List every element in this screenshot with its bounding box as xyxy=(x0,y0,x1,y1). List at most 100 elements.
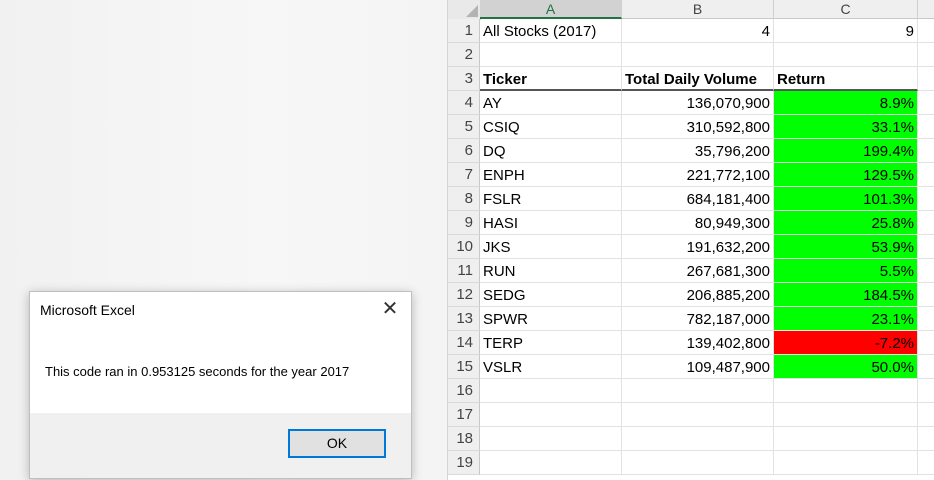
header-cell-volume[interactable]: Total Daily Volume xyxy=(622,67,774,91)
row-header[interactable]: 18 xyxy=(448,427,480,451)
ok-button[interactable]: OK xyxy=(288,429,386,458)
title-cell-c[interactable]: 9 xyxy=(774,19,918,43)
row-header[interactable]: 9 xyxy=(448,211,480,235)
row-header[interactable]: 8 xyxy=(448,187,480,211)
return-cell[interactable]: 184.5% xyxy=(774,283,918,307)
empty-cell[interactable] xyxy=(774,379,918,403)
volume-cell[interactable]: 136,070,900 xyxy=(622,91,774,115)
ticker-cell[interactable]: TERP xyxy=(480,331,622,355)
empty-cell[interactable] xyxy=(622,403,774,427)
row-header[interactable]: 10 xyxy=(448,235,480,259)
ticker-cell[interactable]: AY xyxy=(480,91,622,115)
row-header[interactable]: 16 xyxy=(448,379,480,403)
empty-cell[interactable] xyxy=(918,91,934,115)
empty-cell[interactable] xyxy=(774,427,918,451)
empty-cell[interactable] xyxy=(918,139,934,163)
empty-cell[interactable] xyxy=(918,211,934,235)
ticker-cell[interactable]: JKS xyxy=(480,235,622,259)
empty-cell[interactable] xyxy=(918,403,934,427)
return-cell[interactable]: 199.4% xyxy=(774,139,918,163)
select-all-corner[interactable] xyxy=(448,0,481,20)
header-cell-return[interactable]: Return xyxy=(774,67,918,91)
column-header-d[interactable] xyxy=(918,0,934,19)
empty-cell[interactable] xyxy=(918,67,934,91)
empty-cell[interactable] xyxy=(774,43,918,67)
empty-cell[interactable] xyxy=(480,403,622,427)
row-header[interactable]: 17 xyxy=(448,403,480,427)
row-header[interactable]: 14 xyxy=(448,331,480,355)
volume-cell[interactable]: 35,796,200 xyxy=(622,139,774,163)
empty-cell[interactable] xyxy=(774,451,918,475)
column-header-c[interactable]: C xyxy=(774,0,918,19)
row-header[interactable]: 4 xyxy=(448,91,480,115)
return-cell[interactable]: 50.0% xyxy=(774,355,918,379)
ticker-cell[interactable]: VSLR xyxy=(480,355,622,379)
title-cell-a[interactable]: All Stocks (2017) xyxy=(480,19,622,43)
return-cell[interactable]: 129.5% xyxy=(774,163,918,187)
row-header[interactable]: 15 xyxy=(448,355,480,379)
empty-cell[interactable] xyxy=(918,355,934,379)
empty-cell[interactable] xyxy=(918,331,934,355)
empty-cell[interactable] xyxy=(622,43,774,67)
header-cell-ticker[interactable]: Ticker xyxy=(480,67,622,91)
row-header[interactable]: 1 xyxy=(448,19,480,43)
volume-cell[interactable]: 267,681,300 xyxy=(622,259,774,283)
empty-cell[interactable] xyxy=(918,43,934,67)
empty-cell[interactable] xyxy=(774,403,918,427)
close-icon[interactable]: ✕ xyxy=(381,299,399,319)
return-cell[interactable]: 33.1% xyxy=(774,115,918,139)
empty-cell[interactable] xyxy=(918,451,934,475)
empty-cell[interactable] xyxy=(480,379,622,403)
empty-cell[interactable] xyxy=(622,379,774,403)
ticker-cell[interactable]: SPWR xyxy=(480,307,622,331)
empty-cell[interactable] xyxy=(918,427,934,451)
volume-cell[interactable]: 782,187,000 xyxy=(622,307,774,331)
ticker-cell[interactable]: HASI xyxy=(480,211,622,235)
empty-cell[interactable] xyxy=(480,451,622,475)
column-header-a[interactable]: A xyxy=(480,0,622,19)
volume-cell[interactable]: 109,487,900 xyxy=(622,355,774,379)
title-cell-b[interactable]: 4 xyxy=(622,19,774,43)
return-cell[interactable]: 5.5% xyxy=(774,259,918,283)
empty-cell[interactable] xyxy=(918,283,934,307)
volume-cell[interactable]: 310,592,800 xyxy=(622,115,774,139)
volume-cell[interactable]: 80,949,300 xyxy=(622,211,774,235)
volume-cell[interactable]: 139,402,800 xyxy=(622,331,774,355)
volume-cell[interactable]: 221,772,100 xyxy=(622,163,774,187)
volume-cell[interactable]: 684,181,400 xyxy=(622,187,774,211)
ticker-cell[interactable]: FSLR xyxy=(480,187,622,211)
ticker-cell[interactable]: CSIQ xyxy=(480,115,622,139)
ticker-cell[interactable]: ENPH xyxy=(480,163,622,187)
volume-cell[interactable]: 206,885,200 xyxy=(622,283,774,307)
empty-cell[interactable] xyxy=(918,259,934,283)
row-header[interactable]: 12 xyxy=(448,283,480,307)
ticker-cell[interactable]: SEDG xyxy=(480,283,622,307)
row-header[interactable]: 11 xyxy=(448,259,480,283)
return-cell[interactable]: -7.2% xyxy=(774,331,918,355)
return-cell[interactable]: 25.8% xyxy=(774,211,918,235)
empty-cell[interactable] xyxy=(918,163,934,187)
ticker-cell[interactable]: DQ xyxy=(480,139,622,163)
ticker-cell[interactable]: RUN xyxy=(480,259,622,283)
empty-cell[interactable] xyxy=(480,43,622,67)
row-header[interactable]: 7 xyxy=(448,163,480,187)
empty-cell[interactable] xyxy=(918,187,934,211)
empty-cell[interactable] xyxy=(918,379,934,403)
volume-cell[interactable]: 191,632,200 xyxy=(622,235,774,259)
row-header[interactable]: 2 xyxy=(448,43,480,67)
empty-cell[interactable] xyxy=(918,235,934,259)
return-cell[interactable]: 23.1% xyxy=(774,307,918,331)
return-cell[interactable]: 53.9% xyxy=(774,235,918,259)
row-header[interactable]: 5 xyxy=(448,115,480,139)
row-header[interactable]: 19 xyxy=(448,451,480,475)
return-cell[interactable]: 101.3% xyxy=(774,187,918,211)
row-header[interactable]: 13 xyxy=(448,307,480,331)
empty-cell[interactable] xyxy=(918,115,934,139)
empty-cell[interactable] xyxy=(480,427,622,451)
empty-cell[interactable] xyxy=(918,307,934,331)
row-header[interactable]: 3 xyxy=(448,67,480,91)
row-header[interactable]: 6 xyxy=(448,139,480,163)
empty-cell[interactable] xyxy=(622,427,774,451)
return-cell[interactable]: 8.9% xyxy=(774,91,918,115)
empty-cell[interactable] xyxy=(918,19,934,43)
